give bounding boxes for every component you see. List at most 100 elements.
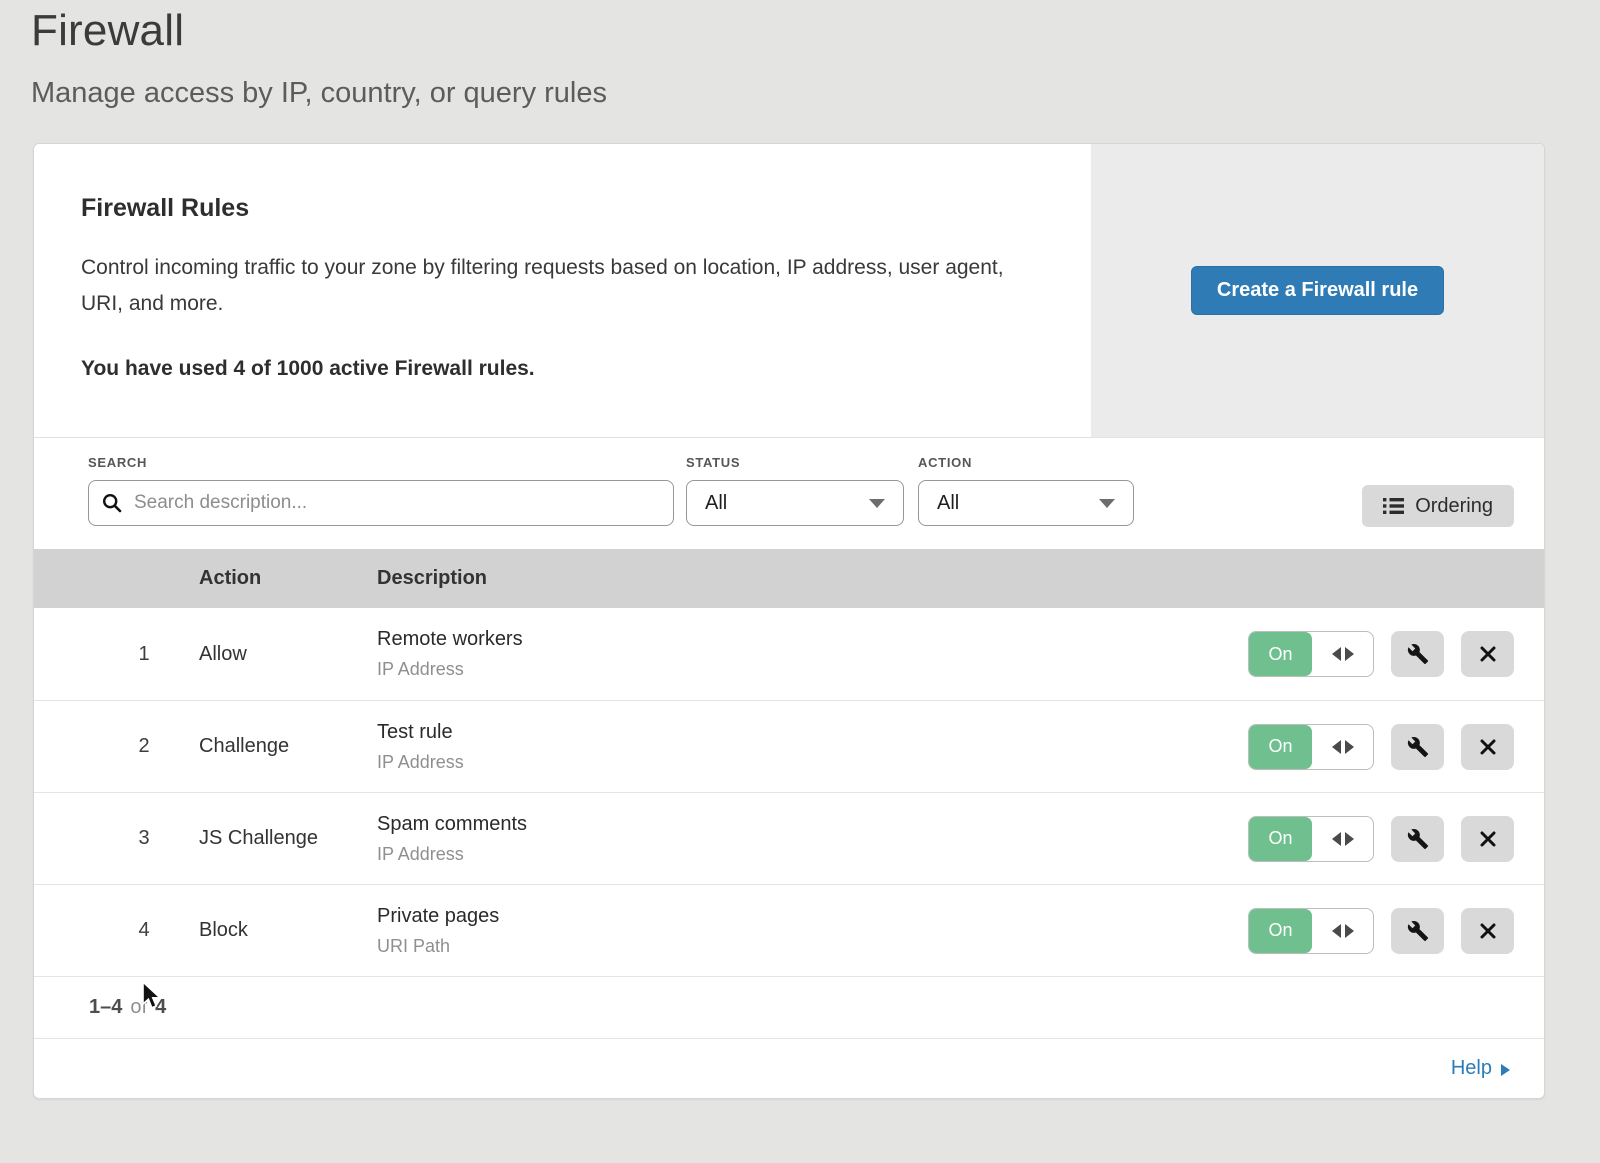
action-column-header: Action bbox=[199, 567, 377, 590]
toggle-on-segment[interactable]: On bbox=[1249, 817, 1312, 861]
toggle-handle[interactable] bbox=[1312, 909, 1373, 953]
rule-action: JS Challenge bbox=[199, 827, 377, 850]
rule-description: Remote workers bbox=[377, 628, 1248, 651]
arrow-right-icon bbox=[1345, 832, 1354, 846]
rule-controls: On bbox=[1248, 816, 1544, 862]
rule-priority: 4 bbox=[89, 919, 199, 942]
rule-controls: On bbox=[1248, 908, 1544, 954]
toggle-on-segment[interactable]: On bbox=[1249, 632, 1312, 676]
toggle-handle[interactable] bbox=[1312, 725, 1373, 769]
arrow-left-icon bbox=[1332, 647, 1341, 661]
wrench-icon bbox=[1407, 736, 1429, 758]
delete-rule-button[interactable] bbox=[1461, 724, 1514, 770]
edit-rule-button[interactable] bbox=[1391, 908, 1444, 954]
table-row: 2 Challenge Test rule IP Address On bbox=[34, 700, 1544, 792]
status-filter: STATUS All bbox=[686, 455, 904, 526]
edit-rule-button[interactable] bbox=[1391, 724, 1444, 770]
rule-match-type: IP Address bbox=[377, 844, 1248, 865]
search-filter: SEARCH bbox=[88, 455, 674, 526]
rule-priority: 3 bbox=[89, 827, 199, 850]
close-icon bbox=[1478, 737, 1498, 757]
edit-rule-button[interactable] bbox=[1391, 816, 1444, 862]
rule-action: Allow bbox=[199, 643, 377, 666]
close-icon bbox=[1478, 921, 1498, 941]
arrow-right-icon bbox=[1345, 647, 1354, 661]
firewall-rules-card: Firewall Rules Control incoming traffic … bbox=[33, 143, 1545, 1099]
rules-usage-note: You have used 4 of 1000 active Firewall … bbox=[81, 357, 1031, 381]
table-header: Action Description bbox=[34, 549, 1544, 608]
rule-match-type: IP Address bbox=[377, 659, 1248, 680]
rule-description-cell: Remote workers IP Address bbox=[377, 628, 1248, 680]
action-select[interactable]: All bbox=[918, 480, 1134, 526]
card-footer: Help bbox=[34, 1038, 1544, 1098]
toggle-on-segment[interactable]: On bbox=[1249, 909, 1312, 953]
rule-description-cell: Test rule IP Address bbox=[377, 721, 1248, 773]
chevron-down-icon bbox=[869, 499, 885, 508]
rule-description-cell: Spam comments IP Address bbox=[377, 813, 1248, 865]
page-header: Firewall Manage access by IP, country, o… bbox=[0, 0, 1600, 137]
status-label: STATUS bbox=[686, 455, 904, 470]
ordering-button[interactable]: Ordering bbox=[1362, 485, 1514, 527]
description-column-header: Description bbox=[377, 567, 1544, 590]
page-title: Firewall bbox=[31, 6, 1600, 56]
create-rule-panel: Create a Firewall rule bbox=[1091, 144, 1544, 437]
pagination-total: 4 bbox=[155, 996, 166, 1019]
rule-match-type: URI Path bbox=[377, 936, 1248, 957]
help-link[interactable]: Help bbox=[1451, 1057, 1510, 1080]
rules-heading: Firewall Rules bbox=[81, 194, 1031, 223]
toggle-on-segment[interactable]: On bbox=[1249, 725, 1312, 769]
arrow-left-icon bbox=[1332, 832, 1341, 846]
rule-description: Test rule bbox=[377, 721, 1248, 744]
delete-rule-button[interactable] bbox=[1461, 816, 1514, 862]
search-input[interactable] bbox=[132, 491, 660, 515]
help-arrow-icon bbox=[1501, 1064, 1510, 1076]
chevron-down-icon bbox=[1099, 499, 1115, 508]
rule-description: Spam comments bbox=[377, 813, 1248, 836]
action-label: ACTION bbox=[918, 455, 1134, 470]
wrench-icon bbox=[1407, 828, 1429, 850]
rule-priority: 1 bbox=[89, 643, 199, 666]
rule-description: Private pages bbox=[377, 905, 1248, 928]
rule-enabled-toggle[interactable]: On bbox=[1248, 908, 1374, 954]
status-select[interactable]: All bbox=[686, 480, 904, 526]
rule-action: Block bbox=[199, 919, 377, 942]
search-label: SEARCH bbox=[88, 455, 674, 470]
rules-intro-text: Firewall Rules Control incoming traffic … bbox=[34, 144, 1091, 437]
arrow-left-icon bbox=[1332, 740, 1341, 754]
rules-description: Control incoming traffic to your zone by… bbox=[81, 250, 1026, 321]
rule-match-type: IP Address bbox=[377, 752, 1248, 773]
pagination-range: 1–4 bbox=[89, 996, 122, 1019]
ordering-button-label: Ordering bbox=[1415, 495, 1493, 518]
rule-controls: On bbox=[1248, 631, 1544, 677]
close-icon bbox=[1478, 829, 1498, 849]
ordered-list-icon bbox=[1383, 497, 1404, 515]
pagination: 1–4 of 4 bbox=[34, 976, 1544, 1038]
edit-rule-button[interactable] bbox=[1391, 631, 1444, 677]
arrow-right-icon bbox=[1345, 740, 1354, 754]
delete-rule-button[interactable] bbox=[1461, 908, 1514, 954]
rules-table-body: 1 Allow Remote workers IP Address On bbox=[34, 608, 1544, 976]
toggle-handle[interactable] bbox=[1312, 817, 1373, 861]
arrow-left-icon bbox=[1332, 924, 1341, 938]
toggle-handle[interactable] bbox=[1312, 632, 1373, 676]
wrench-icon bbox=[1407, 643, 1429, 665]
table-row: 4 Block Private pages URI Path On bbox=[34, 884, 1544, 976]
search-box bbox=[88, 480, 674, 526]
page-subtitle: Manage access by IP, country, or query r… bbox=[31, 77, 1600, 110]
close-icon bbox=[1478, 644, 1498, 664]
filters-bar: SEARCH STATUS All ACTION All bbox=[34, 437, 1544, 549]
search-icon bbox=[102, 493, 122, 513]
table-row: 1 Allow Remote workers IP Address On bbox=[34, 608, 1544, 700]
arrow-right-icon bbox=[1345, 924, 1354, 938]
rule-action: Challenge bbox=[199, 735, 377, 758]
rule-enabled-toggle[interactable]: On bbox=[1248, 631, 1374, 677]
delete-rule-button[interactable] bbox=[1461, 631, 1514, 677]
create-firewall-rule-button[interactable]: Create a Firewall rule bbox=[1191, 266, 1444, 315]
help-link-label: Help bbox=[1451, 1057, 1492, 1080]
action-filter: ACTION All bbox=[918, 455, 1134, 526]
rule-enabled-toggle[interactable]: On bbox=[1248, 724, 1374, 770]
rule-enabled-toggle[interactable]: On bbox=[1248, 816, 1374, 862]
rule-controls: On bbox=[1248, 724, 1544, 770]
table-row: 3 JS Challenge Spam comments IP Address … bbox=[34, 792, 1544, 884]
rule-description-cell: Private pages URI Path bbox=[377, 905, 1248, 957]
